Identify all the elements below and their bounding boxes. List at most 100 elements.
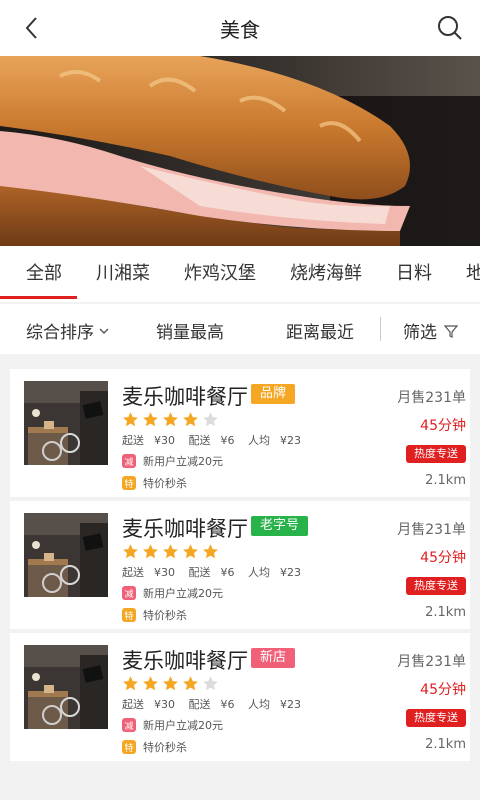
min-order-value: ¥30 — [154, 434, 175, 447]
hot-delivery-tag: 热度专送 — [406, 577, 466, 595]
rating-stars — [122, 543, 219, 560]
star-filled-icon — [123, 412, 138, 427]
star-empty-icon — [203, 676, 218, 691]
sort-sales-button[interactable]: 销量最高 — [156, 318, 224, 343]
restaurant-badge: 新店 — [251, 648, 296, 668]
rating-stars — [122, 675, 219, 692]
tab-bbq-seafood[interactable]: 烧烤海鲜 — [273, 246, 379, 302]
star-filled-icon — [183, 412, 198, 427]
monthly-sales: 月售231单 — [397, 390, 466, 406]
sort-distance-button[interactable]: 距离最近 — [286, 318, 354, 343]
star-filled-icon — [183, 544, 198, 559]
avg-price-label: 人均 — [248, 566, 270, 579]
page-title: 美食 — [220, 17, 260, 42]
monthly-sales: 月售231单 — [397, 654, 466, 670]
promo-special-text: 特价秒杀 — [143, 609, 187, 622]
delivery-time: 45分钟 — [420, 418, 466, 434]
promo-special-text: 特价秒杀 — [143, 741, 187, 754]
delivery-fee-label: 配送 — [188, 434, 211, 447]
restaurant-name: 麦乐咖啡餐厅 — [122, 385, 248, 409]
hot-delivery-tag: 热度专送 — [406, 709, 466, 727]
filter-button[interactable]: 筛选 — [403, 318, 459, 343]
restaurant-card[interactable]: 麦乐咖啡餐厅 品牌 起送 ¥30 配送 ¥6 人均 ¥23 减 新用户立减20元 特 … — [10, 369, 470, 497]
discount-icon: 减 — [122, 454, 136, 468]
filter-funnel-icon — [443, 324, 459, 338]
chevron-down-icon — [99, 328, 109, 334]
category-tabs: 全部 川湘菜 炸鸡汉堡 烧烤海鲜 日料 地方 — [0, 246, 480, 302]
top-bar: 美食 — [0, 0, 480, 56]
star-filled-icon — [123, 676, 138, 691]
min-order-value: ¥30 — [154, 698, 175, 711]
promo-discount-text: 新用户立减20元 — [143, 719, 223, 732]
sort-bar: 综合排序 销量最高 距离最近 筛选 — [0, 304, 480, 354]
promo-special: 特 特价秒杀 — [122, 607, 187, 623]
star-filled-icon — [203, 544, 218, 559]
hero-banner-image[interactable] — [0, 56, 480, 246]
delivery-time: 45分钟 — [420, 682, 466, 698]
min-order-value: ¥30 — [154, 566, 175, 579]
sort-overall-label: 综合排序 — [26, 323, 94, 343]
distance: 2.1km — [425, 737, 466, 752]
star-filled-icon — [163, 676, 178, 691]
restaurant-thumbnail[interactable] — [24, 513, 108, 597]
restaurant-card[interactable]: 麦乐咖啡餐厅 老字号 起送 ¥30 配送 ¥6 人均 ¥23 减 新用户立减20元 特… — [10, 501, 470, 629]
promo-discount: 减 新用户立减20元 — [122, 585, 223, 601]
promo-discount-text: 新用户立减20元 — [143, 587, 223, 600]
avg-price-label: 人均 — [248, 698, 270, 711]
delivery-info: 起送 ¥30 配送 ¥6 人均 ¥23 — [122, 696, 311, 712]
min-order-label: 起送 — [122, 566, 144, 579]
promo-discount: 减 新用户立减20元 — [122, 453, 223, 469]
divider — [380, 317, 381, 341]
promo-discount: 减 新用户立减20元 — [122, 717, 223, 733]
star-filled-icon — [143, 544, 158, 559]
filter-label: 筛选 — [403, 323, 437, 343]
delivery-fee-label: 配送 — [188, 698, 211, 711]
delivery-fee-label: 配送 — [188, 566, 211, 579]
restaurant-name: 麦乐咖啡餐厅 — [122, 649, 248, 673]
restaurant-thumbnail[interactable] — [24, 645, 108, 729]
avg-price-label: 人均 — [248, 434, 270, 447]
delivery-fee-value: ¥6 — [220, 434, 235, 447]
min-order-label: 起送 — [122, 434, 144, 447]
search-icon[interactable] — [436, 14, 464, 42]
discount-icon: 减 — [122, 718, 136, 732]
delivery-time: 45分钟 — [420, 550, 466, 566]
distance: 2.1km — [425, 605, 466, 620]
delivery-fee-value: ¥6 — [220, 698, 235, 711]
delivery-info: 起送 ¥30 配送 ¥6 人均 ¥23 — [122, 564, 311, 580]
restaurant-card[interactable]: 麦乐咖啡餐厅 新店 起送 ¥30 配送 ¥6 人均 ¥23 减 新用户立减20元 特 … — [10, 633, 470, 761]
sort-overall-button[interactable]: 综合排序 — [26, 318, 110, 343]
special-offer-icon: 特 — [122, 476, 136, 490]
tab-fried-chicken-burger[interactable]: 炸鸡汉堡 — [167, 246, 273, 302]
promo-discount-text: 新用户立减20元 — [143, 455, 223, 468]
promo-special-text: 特价秒杀 — [143, 477, 187, 490]
star-filled-icon — [143, 412, 158, 427]
restaurant-name: 麦乐咖啡餐厅 — [122, 517, 248, 541]
tab-all[interactable]: 全部 — [0, 246, 79, 302]
special-offer-icon: 特 — [122, 740, 136, 754]
special-offer-icon: 特 — [122, 608, 136, 622]
star-filled-icon — [163, 544, 178, 559]
avg-price-value: ¥23 — [280, 434, 301, 447]
back-arrow-icon[interactable] — [18, 14, 46, 42]
avg-price-value: ¥23 — [280, 566, 301, 579]
avg-price-value: ¥23 — [280, 698, 301, 711]
star-filled-icon — [143, 676, 158, 691]
tab-regional[interactable]: 地方 — [449, 246, 480, 302]
promo-special: 特 特价秒杀 — [122, 739, 187, 755]
star-filled-icon — [183, 676, 198, 691]
restaurant-thumbnail[interactable] — [24, 381, 108, 465]
promo-special: 特 特价秒杀 — [122, 475, 187, 491]
rating-stars — [122, 411, 219, 428]
delivery-info: 起送 ¥30 配送 ¥6 人均 ¥23 — [122, 432, 311, 448]
tab-sichuan-hunan[interactable]: 川湘菜 — [79, 246, 167, 302]
star-filled-icon — [123, 544, 138, 559]
tab-japanese[interactable]: 日料 — [379, 246, 449, 302]
monthly-sales: 月售231单 — [397, 522, 466, 538]
hot-delivery-tag: 热度专送 — [406, 445, 466, 463]
star-filled-icon — [163, 412, 178, 427]
star-empty-icon — [203, 412, 218, 427]
delivery-fee-value: ¥6 — [220, 566, 235, 579]
distance: 2.1km — [425, 473, 466, 488]
discount-icon: 减 — [122, 586, 136, 600]
